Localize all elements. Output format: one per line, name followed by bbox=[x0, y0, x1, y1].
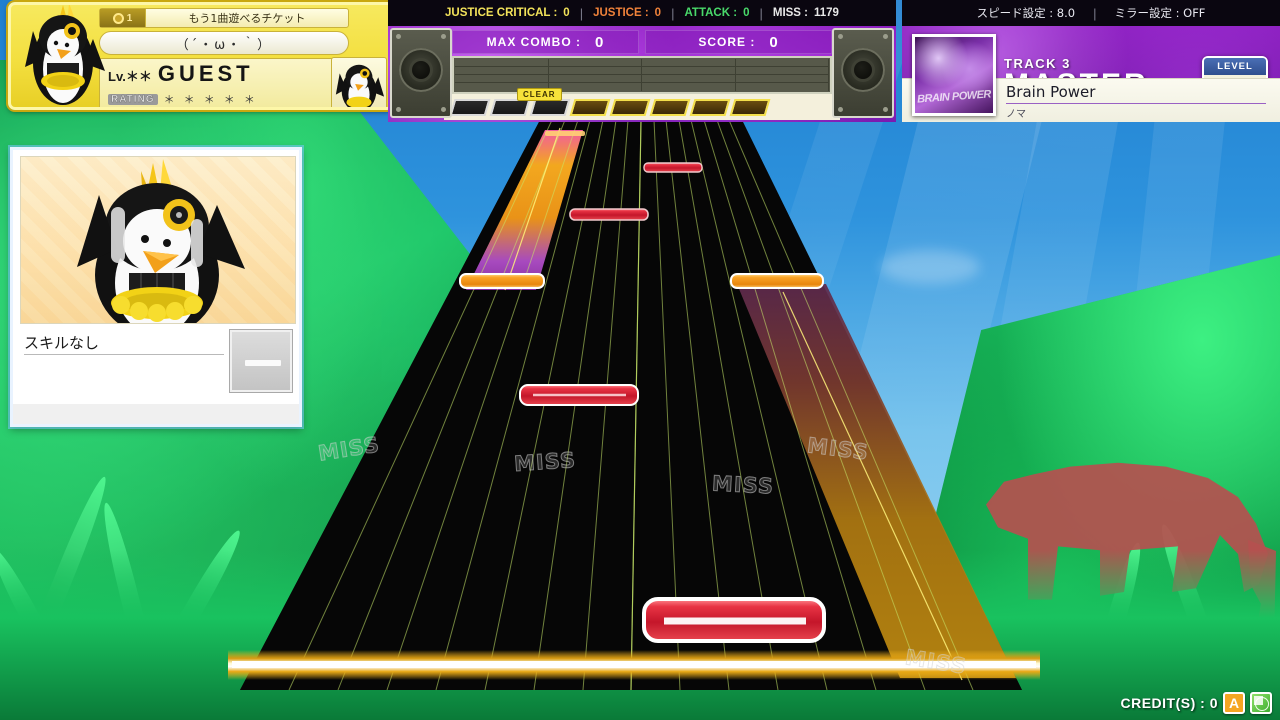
ticket-row: 1 もう1曲遊べるチケット bbox=[99, 8, 349, 28]
mirror-label: ミラー設定 : bbox=[1114, 6, 1180, 20]
score-label: SCORE : bbox=[698, 35, 756, 49]
mirror-setting: ミラー設定 : OFF bbox=[1096, 5, 1223, 21]
character-skill-panel: スキルなし bbox=[10, 147, 302, 427]
player-comment: （´・ω・｀） bbox=[99, 31, 349, 55]
skill-footer bbox=[13, 404, 299, 424]
mirror-value: OFF bbox=[1183, 6, 1206, 20]
judgement-line bbox=[228, 650, 1040, 680]
divider bbox=[1006, 103, 1266, 104]
empty-skill-icon bbox=[230, 330, 292, 392]
gauge-block bbox=[489, 98, 531, 116]
speed-value: 8.0 bbox=[1056, 6, 1076, 20]
judge-value: 0 bbox=[654, 7, 662, 19]
speed-label: スピード設定 : bbox=[976, 6, 1054, 20]
judge-value: 0 bbox=[563, 7, 570, 19]
life-gauge-frame bbox=[452, 56, 832, 94]
judge-justice-critical: JUSTICE CRITICAL : 0 bbox=[435, 7, 580, 19]
player-name: GUEST bbox=[157, 61, 254, 86]
play-options-bar: スピード設定 : 8.0 | ミラー設定 : OFF bbox=[902, 0, 1280, 26]
character-portrait bbox=[20, 156, 296, 324]
game-screen: MISS MISS MISS MISS MISS 1 もう1曲遊べるチケット （… bbox=[0, 0, 1280, 720]
judge-label: ATTACK : bbox=[684, 7, 738, 19]
max-combo-box: MAX COMBO : 0 bbox=[452, 30, 639, 54]
gauge-block bbox=[609, 98, 651, 116]
max-combo-label: MAX COMBO : bbox=[486, 35, 581, 49]
gauge-block bbox=[689, 98, 731, 116]
judge-label: JUSTICE CRITICAL : bbox=[445, 7, 558, 19]
song-artist: ノマ bbox=[1006, 109, 1026, 120]
judge-attack: ATTACK : 0 bbox=[674, 7, 759, 19]
penguin-avatar-icon bbox=[25, 5, 105, 105]
judge-value: 1179 bbox=[814, 7, 839, 19]
penguin-character-icon bbox=[77, 159, 245, 323]
max-combo-value: 0 bbox=[594, 33, 605, 51]
rating-value: ＊ ＊ ＊ ＊ ＊ bbox=[163, 94, 258, 106]
judge-label: MISS : bbox=[772, 7, 808, 19]
score-value: 0 bbox=[769, 33, 779, 51]
track-info-panel: スピード設定 : 8.0 | ミラー設定 : OFF TRACK 3 MASTE… bbox=[902, 0, 1280, 122]
score-box: SCORE : 0 bbox=[645, 30, 832, 54]
penguin-thumb-icon bbox=[335, 64, 385, 107]
judge-miss: MISS : 1179 bbox=[763, 7, 849, 19]
clear-marker: CLEAR bbox=[517, 88, 562, 101]
ticket-count: 1 bbox=[126, 12, 133, 24]
player-level: Lv.＊＊ bbox=[108, 69, 152, 84]
rating-label: RATING bbox=[108, 93, 158, 105]
gauge-block bbox=[649, 98, 691, 116]
gauge-block-tray bbox=[444, 94, 840, 120]
gauge-block bbox=[449, 98, 491, 116]
player-nameplate: 1 もう1曲遊べるチケット （´・ω・｀） Lv.＊＊ GUEST RATING… bbox=[8, 2, 394, 110]
level-caption: LEVEL bbox=[1204, 58, 1266, 75]
jacket-title-text: BRAIN POWER bbox=[916, 88, 992, 106]
gauge-block bbox=[569, 98, 611, 116]
divider bbox=[24, 354, 224, 355]
judge-value: 0 bbox=[743, 7, 750, 19]
gauge-block bbox=[729, 98, 771, 116]
stat-row: MAX COMBO : 0 SCORE : 0 bbox=[452, 30, 832, 54]
speaker-left-icon bbox=[390, 28, 452, 118]
coin-icon bbox=[112, 12, 124, 24]
song-title: Brain Power bbox=[1006, 83, 1096, 101]
judgement-counts: JUSTICE CRITICAL : 0 | JUSTICE : 0 | ATT… bbox=[388, 0, 896, 26]
network-badge-icon bbox=[1250, 692, 1272, 714]
gauge-block bbox=[529, 98, 571, 116]
speed-setting: スピード設定 : 8.0 bbox=[959, 5, 1093, 21]
score-panel: JUSTICE CRITICAL : 0 | JUSTICE : 0 | ATT… bbox=[388, 0, 896, 122]
judge-justice: JUSTICE : 0 bbox=[583, 7, 671, 19]
ticket-label: もう1曲遊べるチケット bbox=[188, 12, 306, 25]
speaker-right-icon bbox=[832, 28, 894, 118]
skill-name: スキルなし bbox=[24, 334, 100, 352]
judge-label: JUSTICE : bbox=[593, 7, 649, 19]
song-jacket-art: BRAIN POWER bbox=[912, 34, 996, 116]
penguin-thumbnail bbox=[331, 57, 387, 107]
credit-area: CREDIT(S) : 0 A bbox=[1120, 692, 1272, 714]
button-a-icon: A bbox=[1223, 692, 1245, 714]
credit-label: CREDIT(S) : 0 bbox=[1120, 695, 1218, 711]
player-name-row: Lv.＊＊ GUEST RATING ＊ ＊ ＊ ＊ ＊ bbox=[99, 58, 349, 107]
